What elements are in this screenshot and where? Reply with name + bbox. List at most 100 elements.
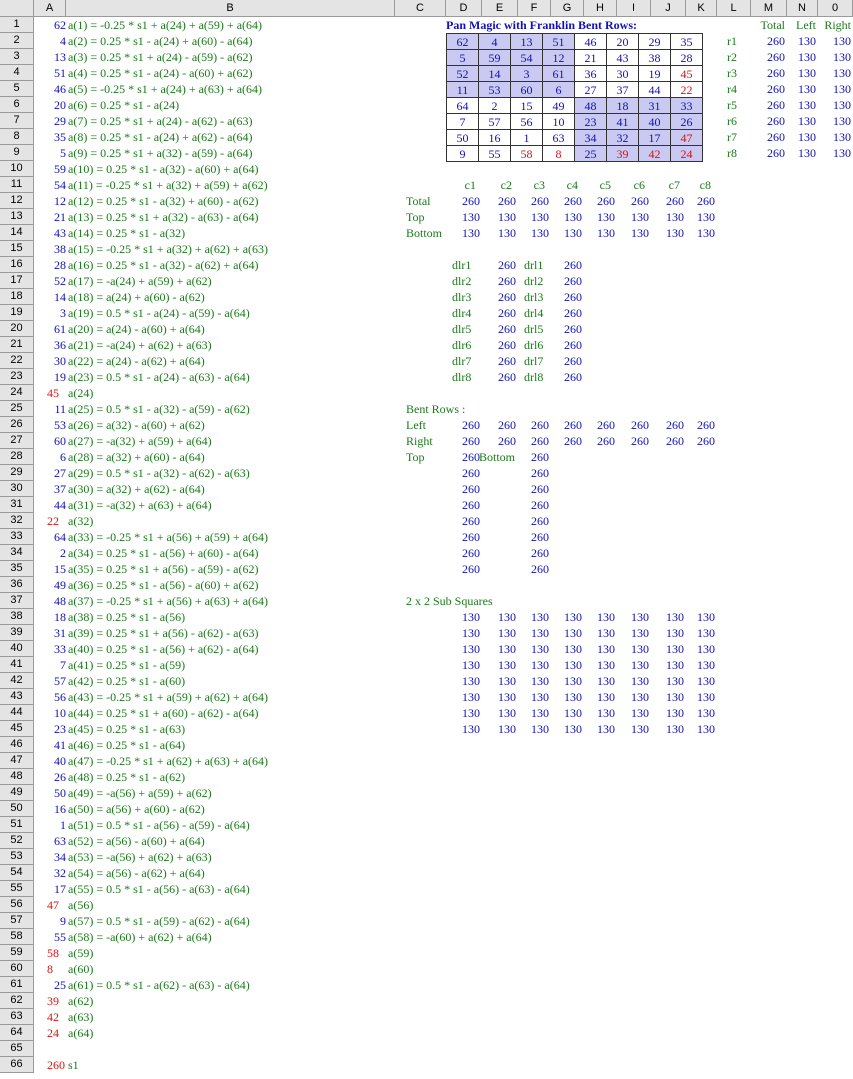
- square-cell[interactable]: 14: [478, 65, 511, 82]
- row-header[interactable]: 63: [0, 1009, 34, 1025]
- square-cell[interactable]: 44: [638, 81, 671, 98]
- square-cell[interactable]: 26: [670, 113, 703, 130]
- square-cell[interactable]: 49: [542, 97, 575, 114]
- square-cell[interactable]: 10: [542, 113, 575, 130]
- row-header[interactable]: 15: [0, 241, 34, 257]
- square-cell[interactable]: 46: [574, 33, 607, 50]
- row-header[interactable]: 11: [0, 177, 34, 193]
- row-header[interactable]: 50: [0, 801, 34, 817]
- row-header[interactable]: 55: [0, 881, 34, 897]
- row-header[interactable]: 5: [0, 81, 34, 97]
- row-header[interactable]: 37: [0, 593, 34, 609]
- square-cell[interactable]: 17: [638, 129, 671, 146]
- column-header[interactable]: I: [617, 0, 651, 17]
- row-header[interactable]: 48: [0, 769, 34, 785]
- row-header[interactable]: 9: [0, 145, 34, 161]
- square-cell[interactable]: 29: [638, 33, 671, 50]
- row-header[interactable]: 58: [0, 929, 34, 945]
- row-header[interactable]: 24: [0, 385, 34, 401]
- square-cell[interactable]: 15: [510, 97, 543, 114]
- row-header[interactable]: 6: [0, 97, 34, 113]
- row-header[interactable]: 12: [0, 193, 34, 209]
- square-cell[interactable]: 18: [606, 97, 639, 114]
- square-cell[interactable]: 58: [510, 145, 543, 162]
- square-cell[interactable]: 50: [446, 129, 479, 146]
- row-header[interactable]: 40: [0, 641, 34, 657]
- square-cell[interactable]: 8: [542, 145, 575, 162]
- column-header[interactable]: K: [686, 0, 717, 17]
- row-header[interactable]: 32: [0, 513, 34, 529]
- row-header[interactable]: 13: [0, 209, 34, 225]
- square-cell[interactable]: 9: [446, 145, 479, 162]
- row-header[interactable]: 52: [0, 833, 34, 849]
- square-cell[interactable]: 32: [606, 129, 639, 146]
- square-cell[interactable]: 47: [670, 129, 703, 146]
- square-cell[interactable]: 52: [446, 65, 479, 82]
- row-header[interactable]: 53: [0, 849, 34, 865]
- row-header[interactable]: 54: [0, 865, 34, 881]
- row-header[interactable]: 18: [0, 289, 34, 305]
- row-header[interactable]: 36: [0, 577, 34, 593]
- row-header[interactable]: 49: [0, 785, 34, 801]
- square-cell[interactable]: 31: [638, 97, 671, 114]
- square-cell[interactable]: 60: [510, 81, 543, 98]
- row-header[interactable]: 41: [0, 657, 34, 673]
- square-cell[interactable]: 64: [446, 97, 479, 114]
- square-cell[interactable]: 21: [574, 49, 607, 66]
- row-header[interactable]: 66: [0, 1057, 34, 1073]
- row-header[interactable]: 45: [0, 721, 34, 737]
- row-header[interactable]: 34: [0, 545, 34, 561]
- row-header[interactable]: 8: [0, 129, 34, 145]
- square-cell[interactable]: 35: [670, 33, 703, 50]
- row-header[interactable]: 10: [0, 161, 34, 177]
- row-header[interactable]: 60: [0, 961, 34, 977]
- row-header[interactable]: 56: [0, 897, 34, 913]
- select-all-corner[interactable]: [0, 0, 34, 17]
- row-header[interactable]: 47: [0, 753, 34, 769]
- row-header[interactable]: 3: [0, 49, 34, 65]
- square-cell[interactable]: 7: [446, 113, 479, 130]
- square-cell[interactable]: 6: [542, 81, 575, 98]
- square-cell[interactable]: 19: [638, 65, 671, 82]
- square-cell[interactable]: 24: [670, 145, 703, 162]
- square-cell[interactable]: 22: [670, 81, 703, 98]
- column-header[interactable]: D: [446, 0, 482, 17]
- row-header[interactable]: 25: [0, 401, 34, 417]
- row-header[interactable]: 29: [0, 465, 34, 481]
- column-header[interactable]: 0: [818, 0, 853, 17]
- square-cell[interactable]: 55: [478, 145, 511, 162]
- row-header[interactable]: 4: [0, 65, 34, 81]
- column-header[interactable]: H: [584, 0, 617, 17]
- row-header[interactable]: 21: [0, 337, 34, 353]
- row-header[interactable]: 26: [0, 417, 34, 433]
- square-cell[interactable]: 39: [606, 145, 639, 162]
- row-header[interactable]: 44: [0, 705, 34, 721]
- column-header[interactable]: M: [751, 0, 787, 17]
- row-header[interactable]: 17: [0, 273, 34, 289]
- square-cell[interactable]: 4: [478, 33, 511, 50]
- column-header[interactable]: G: [551, 0, 584, 17]
- spreadsheet[interactable]: ABCDEFGHIJKLMN0 1 2 3 4 5 6 7 8 9 10 11 12 13 14 15 16 1…: [0, 0, 853, 1079]
- square-cell[interactable]: 27: [574, 81, 607, 98]
- row-header[interactable]: 65: [0, 1041, 34, 1057]
- square-cell[interactable]: 36: [574, 65, 607, 82]
- row-header[interactable]: 62: [0, 993, 34, 1009]
- square-cell[interactable]: 33: [670, 97, 703, 114]
- row-header[interactable]: 1: [0, 17, 34, 33]
- column-header[interactable]: C: [395, 0, 446, 17]
- row-header[interactable]: 20: [0, 321, 34, 337]
- square-cell[interactable]: 37: [606, 81, 639, 98]
- row-header[interactable]: 64: [0, 1025, 34, 1041]
- row-header[interactable]: 38: [0, 609, 34, 625]
- column-header[interactable]: N: [787, 0, 818, 17]
- square-cell[interactable]: 57: [478, 113, 511, 130]
- square-cell[interactable]: 20: [606, 33, 639, 50]
- square-cell[interactable]: 23: [574, 113, 607, 130]
- square-cell[interactable]: 2: [478, 97, 511, 114]
- column-header[interactable]: E: [482, 0, 518, 17]
- row-header[interactable]: 7: [0, 113, 34, 129]
- row-header[interactable]: 23: [0, 369, 34, 385]
- square-cell[interactable]: 63: [542, 129, 575, 146]
- row-header[interactable]: 22: [0, 353, 34, 369]
- square-cell[interactable]: 5: [446, 49, 479, 66]
